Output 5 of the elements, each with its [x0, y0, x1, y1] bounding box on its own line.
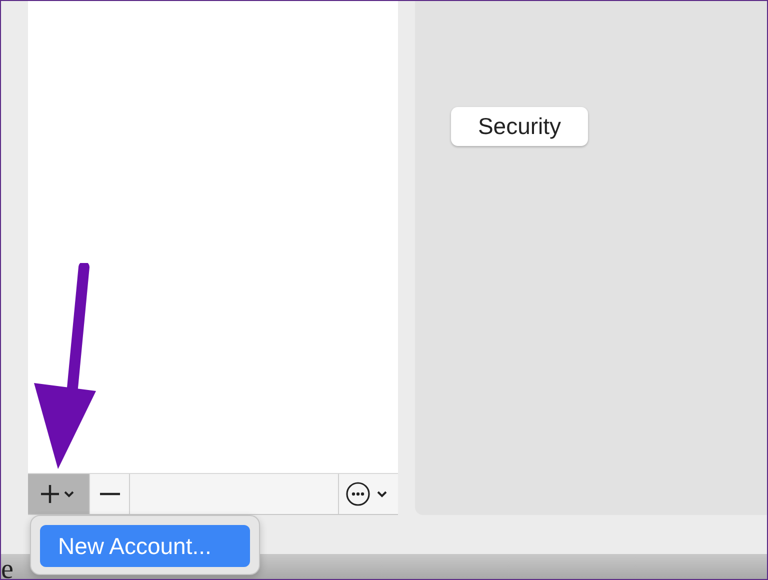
menu-item[interactable]: New Account...	[40, 525, 250, 567]
add-button[interactable]	[28, 474, 90, 514]
minus-icon	[100, 492, 120, 496]
page-text: e	[1, 556, 14, 579]
security-button[interactable]: Security	[451, 107, 588, 146]
